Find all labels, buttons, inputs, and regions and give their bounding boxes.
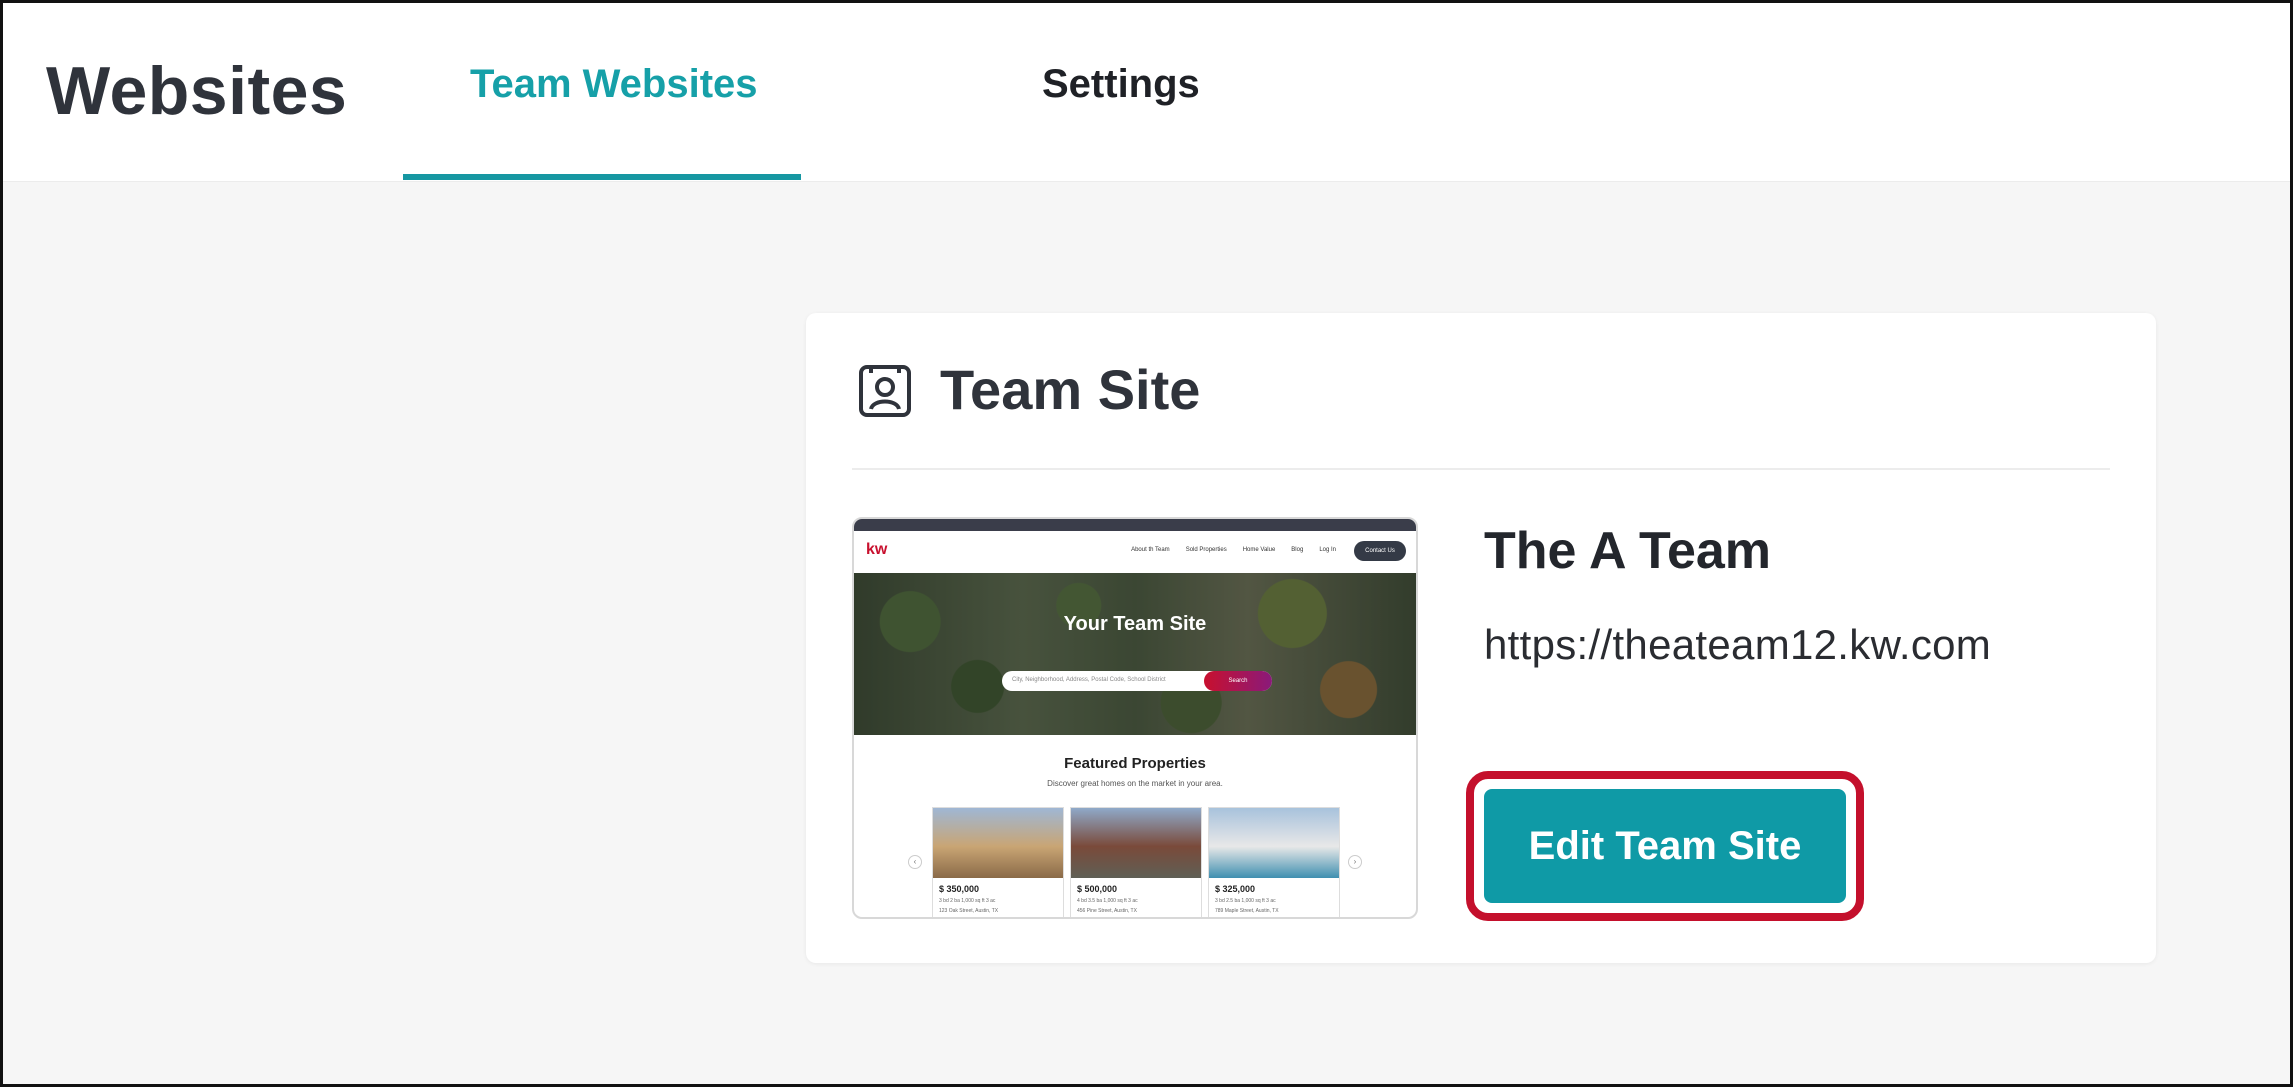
listing-info: 3 bd 2 ba 1,000 sq ft 3 ac	[939, 898, 996, 904]
preview-contact-button: Contact Us	[1354, 541, 1406, 561]
listing-info: 4 bd 3.5 ba 1,000 sq ft 3 ac	[1077, 898, 1138, 904]
preview-nav: kw About th Team Sold Properties Home Va…	[854, 531, 1416, 573]
preview-nav-link: Sold Properties	[1185, 547, 1227, 553]
listing-info: 3 bd 2.5 ba 1,000 sq ft 3 ac	[1215, 898, 1276, 904]
preview-hero-title: Your Team Site	[1063, 613, 1207, 635]
card-divider	[852, 468, 2110, 470]
preview-nav-links: About th Team Sold Properties Home Value…	[1131, 547, 1336, 553]
listing-address: 456 Pine Street, Austin, TX	[1077, 908, 1137, 914]
listing-photo	[1071, 808, 1201, 878]
preview-top-strip	[854, 519, 1416, 531]
preview-search-placeholder: City, Neighborhood, Address, Postal Code…	[1012, 677, 1166, 683]
preview-listing-card: $ 500,000 4 bd 3.5 ba 1,000 sq ft 3 ac 4…	[1070, 807, 1202, 917]
user-profile-icon	[859, 365, 911, 417]
preview-logo: kw	[866, 541, 888, 558]
tab-settings[interactable]: Settings	[1042, 62, 1200, 107]
listing-photo	[933, 808, 1063, 878]
preview-featured-title: Featured Properties	[1064, 755, 1206, 772]
preview-listing-card: $ 325,000 3 bd 2.5 ba 1,000 sq ft 3 ac 7…	[1208, 807, 1340, 917]
preview-nav-link: Blog	[1291, 547, 1304, 553]
listing-price: $ 500,000	[1077, 884, 1118, 894]
team-site-card: Team Site kw About th Team Sold Properti…	[806, 313, 2156, 963]
active-tab-indicator	[403, 174, 801, 180]
preview-nav-link: Home Value	[1242, 547, 1276, 553]
preview-search-bar: City, Neighborhood, Address, Postal Code…	[1002, 671, 1272, 691]
team-name: The A Team	[1484, 522, 1772, 580]
listing-photo	[1209, 808, 1339, 878]
top-header: Websites Team Websites Settings	[0, 0, 2293, 182]
listing-price: $ 325,000	[1215, 884, 1256, 894]
listing-address: 789 Maple Street, Austin, TX	[1215, 908, 1279, 914]
preview-listing-card: $ 350,000 3 bd 2 ba 1,000 sq ft 3 ac 123…	[932, 807, 1064, 917]
preview-search-button: Search	[1204, 671, 1272, 691]
preview-prev-arrow-icon: ‹	[908, 855, 922, 869]
card-title: Team Site	[940, 358, 1201, 421]
preview-featured-subtitle: Discover great homes on the market in yo…	[1047, 779, 1223, 788]
preview-next-arrow-icon: ›	[1348, 855, 1362, 869]
listing-address: 123 Oak Street, Austin, TX	[939, 908, 999, 914]
preview-nav-link: About th Team	[1131, 547, 1170, 553]
edit-team-site-button[interactable]: Edit Team Site	[1484, 789, 1846, 903]
site-preview-thumbnail[interactable]: kw About th Team Sold Properties Home Va…	[852, 517, 1418, 919]
team-site-url[interactable]: https://theateam12.kw.com	[1484, 621, 1991, 669]
preview-hero-image: Your Team Site City, Neighborhood, Addre…	[854, 573, 1416, 735]
preview-listings: $ 350,000 3 bd 2 ba 1,000 sq ft 3 ac 123…	[932, 807, 1340, 917]
page-title: Websites	[46, 53, 348, 129]
preview-nav-link: Log In	[1319, 547, 1336, 553]
listing-price: $ 350,000	[939, 884, 980, 894]
tab-team-websites[interactable]: Team Websites	[470, 62, 758, 107]
